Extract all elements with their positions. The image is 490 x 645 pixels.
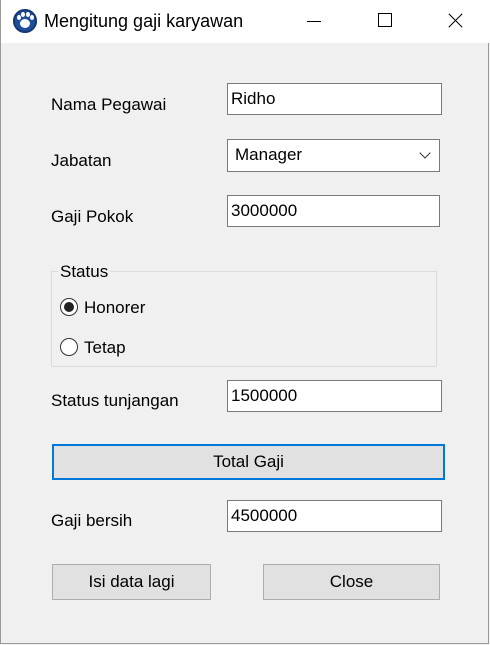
jabatan-selected-value: Manager	[235, 145, 303, 164]
close-window-button[interactable]	[433, 0, 479, 43]
status-tunjangan-input[interactable]: 1500000	[227, 380, 442, 412]
isi-data-lagi-button[interactable]: Isi data lagi	[52, 564, 211, 600]
honorer-radio-label[interactable]: Honorer	[84, 298, 145, 318]
window-title: Mengitung gaji karyawan	[44, 11, 244, 31]
nama-pegawai-input[interactable]: Ridho	[227, 83, 442, 115]
paw-icon[interactable]	[13, 9, 37, 33]
status-group-title: Status	[58, 262, 111, 282]
jabatan-label: Jabatan	[51, 151, 112, 170]
chevron-down-icon[interactable]	[419, 147, 431, 159]
total-gaji-button[interactable]: Total Gaji	[52, 444, 445, 480]
jabatan-dropdown[interactable]: Manager	[227, 139, 440, 172]
maximize-button[interactable]	[362, 0, 408, 43]
gaji-pokok-input[interactable]: 3000000	[227, 195, 440, 227]
tetap-radio-label[interactable]: Tetap	[84, 338, 126, 358]
tetap-radio[interactable]	[60, 338, 78, 356]
gaji-bersih-label: Gaji bersih	[51, 511, 133, 530]
minimize-icon	[307, 21, 321, 22]
title-bar[interactable]: Mengitung gaji karyawan	[1, 0, 490, 43]
honorer-radio[interactable]	[60, 298, 78, 316]
status-tunjangan-label: Status tunjangan	[51, 391, 179, 410]
gaji-pokok-label: Gaji Pokok	[51, 207, 134, 226]
maximize-icon	[378, 13, 392, 27]
close-button[interactable]: Close	[263, 564, 440, 600]
gaji-bersih-input[interactable]: 4500000	[227, 500, 442, 532]
app-window: Mengitung gaji karyawan Nama Pegawai Rid…	[0, 0, 490, 644]
nama-pegawai-label: Nama Pegawai	[51, 95, 167, 114]
minimize-button[interactable]	[289, 0, 335, 43]
